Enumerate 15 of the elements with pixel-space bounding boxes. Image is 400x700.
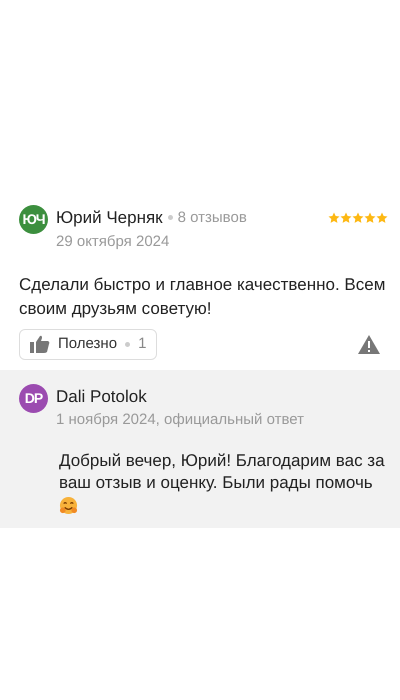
- company-avatar: DP: [19, 384, 48, 412]
- company-name: Dali Potolok: [56, 386, 148, 408]
- useful-button[interactable]: Полезно 1: [19, 329, 158, 360]
- review-text: Сделали быстро и главное качественно. Всем своим друзьям советую!: [19, 274, 386, 320]
- author-name[interactable]: Юрий Черняк: [56, 205, 163, 230]
- review-date: 29 октября 2024: [56, 232, 170, 252]
- separator-dot: [125, 342, 130, 347]
- user-avatar: ЮЧ: [19, 205, 48, 234]
- smiley-icon: [59, 496, 78, 515]
- reply-meta: 1 ноября 2024, официальный ответ: [56, 410, 304, 430]
- warning-icon[interactable]: [358, 334, 380, 354]
- reviews-count: 8 отзывов: [178, 208, 247, 228]
- separator-dot: [168, 215, 173, 220]
- reply-text: Добрый вечер, Юрий! Благодарим вас за ваш отзыв и оценку. Были рады помочь: [59, 450, 385, 492]
- thumbs-up-icon: [30, 335, 50, 354]
